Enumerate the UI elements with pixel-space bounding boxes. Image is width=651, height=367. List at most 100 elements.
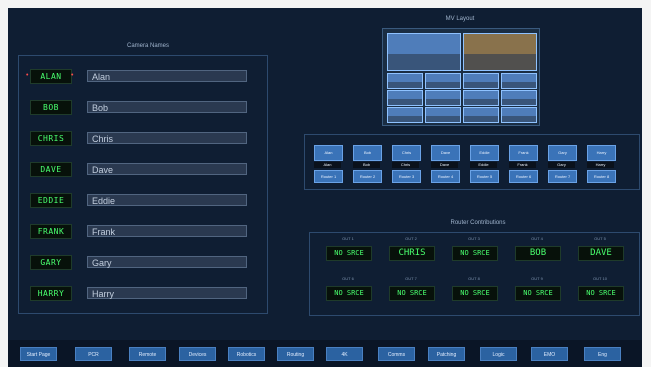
mv-tile[interactable] (387, 73, 423, 89)
camera-row: HARRY Harry (30, 286, 260, 301)
source-label: Chris (392, 162, 419, 168)
router-destination-label: OUT 7 (405, 276, 417, 281)
source-button[interactable]: Bob (353, 145, 382, 161)
nav-button-logic[interactable]: Logic (480, 347, 517, 361)
camera-name-input[interactable]: Harry (87, 287, 247, 299)
control-panel-screen: Camera Names ALAN • • Alan BOB Bob CHRIS… (8, 8, 642, 340)
router-source-display[interactable]: NO SRCE (452, 246, 498, 261)
nav-button-eng[interactable]: Eng (584, 347, 621, 361)
camera-name-input[interactable]: Frank (87, 225, 247, 237)
camera-led[interactable]: CHRIS (30, 131, 72, 146)
source-button[interactable]: Gary (548, 145, 577, 161)
router-contributions-heading: Router Contributions (450, 220, 506, 226)
camera-row: ALAN • • Alan (26, 69, 260, 84)
router-destination-label: OUT 10 (593, 276, 607, 281)
multiviewer-preview[interactable] (382, 28, 540, 126)
router-destination-label: OUT 3 (468, 236, 480, 241)
router-frame (309, 232, 640, 316)
router-source-display[interactable]: BOB (515, 246, 561, 261)
nav-button-routing[interactable]: Routing (277, 347, 314, 361)
source-button[interactable]: Alan (314, 145, 343, 161)
router-source-display[interactable]: NO SRCE (389, 286, 435, 301)
source-label: Eddie (470, 162, 497, 168)
camera-name-input[interactable]: Eddie (87, 194, 247, 206)
camera-row: DAVE Dave (30, 162, 260, 177)
mv-destination-button[interactable]: Router 7 (548, 170, 577, 183)
nav-button-patching[interactable]: Patching (428, 347, 465, 361)
nav-button-comms[interactable]: Comms (378, 347, 415, 361)
source-label: Harry (587, 162, 614, 168)
nav-button-robotics[interactable]: Robotics (228, 347, 265, 361)
mv-destination-button[interactable]: Router 4 (431, 170, 460, 183)
router-source-display[interactable]: DAVE (578, 246, 624, 261)
source-button[interactable]: Harry (587, 145, 616, 161)
nav-button-remote[interactable]: Remote (129, 347, 166, 361)
mv-tile[interactable] (463, 90, 499, 106)
camera-led[interactable]: FRANK (30, 224, 72, 239)
mv-tile[interactable] (425, 90, 461, 106)
camera-led[interactable]: DAVE (30, 162, 72, 177)
mv-destination-button[interactable]: Router 2 (353, 170, 382, 183)
camera-names-frame (18, 55, 268, 314)
router-source-display[interactable]: NO SRCE (578, 286, 624, 301)
source-label: Frank (509, 162, 536, 168)
mv-tile[interactable] (501, 73, 537, 89)
camera-row: BOB Bob (30, 100, 260, 115)
mv-destination-button[interactable]: Router 8 (587, 170, 616, 183)
router-destination-label: OUT 4 (531, 236, 543, 241)
router-source-display[interactable]: NO SRCE (515, 286, 561, 301)
mv-tile[interactable] (387, 90, 423, 106)
camera-name-input[interactable]: Dave (87, 163, 247, 175)
mv-tile[interactable] (463, 107, 499, 123)
camera-name-input[interactable]: Gary (87, 256, 247, 268)
router-destination-label: OUT 1 (342, 236, 354, 241)
camera-led[interactable]: GARY (30, 255, 72, 270)
selection-marker-right: • (71, 72, 74, 79)
source-button[interactable]: Frank (509, 145, 538, 161)
mv-destination-button[interactable]: Router 5 (470, 170, 499, 183)
router-destination-label: OUT 6 (342, 276, 354, 281)
camera-row: CHRIS Chris (30, 131, 260, 146)
camera-names-heading: Camera Names (126, 43, 169, 49)
mv-destination-button[interactable]: Router 1 (314, 170, 343, 183)
mv-tile[interactable] (501, 90, 537, 106)
source-button[interactable]: Eddie (470, 145, 499, 161)
source-label: Gary (548, 162, 575, 168)
mv-tile-large[interactable] (387, 33, 461, 71)
camera-name-input[interactable]: Alan (87, 70, 247, 82)
camera-led[interactable]: ALAN (30, 69, 72, 84)
mv-destination-button[interactable]: Router 6 (509, 170, 538, 183)
mv-tile[interactable] (463, 73, 499, 89)
router-source-display[interactable]: NO SRCE (452, 286, 498, 301)
nav-button-start-page[interactable]: Start Page (20, 347, 57, 361)
mv-layout-heading: MV Layout (445, 16, 475, 22)
nav-button-4k[interactable]: 4K (326, 347, 363, 361)
router-destination-label: OUT 8 (468, 276, 480, 281)
router-source-display[interactable]: NO SRCE (326, 286, 372, 301)
camera-row: FRANK Frank (30, 224, 260, 239)
source-button[interactable]: Chris (392, 145, 421, 161)
nav-button-emo[interactable]: EMO (531, 347, 568, 361)
nav-button-pcr[interactable]: PCR (75, 347, 112, 361)
camera-led[interactable]: HARRY (30, 286, 72, 301)
camera-name-input[interactable]: Bob (87, 101, 247, 113)
mv-tile[interactable] (425, 73, 461, 89)
mv-tile[interactable] (387, 107, 423, 123)
mv-tile[interactable] (501, 107, 537, 123)
nav-button-devices[interactable]: Devices (179, 347, 216, 361)
camera-name-input[interactable]: Chris (87, 132, 247, 144)
camera-row: GARY Gary (30, 255, 260, 270)
router-destination-label: OUT 9 (531, 276, 543, 281)
source-button[interactable]: Dave (431, 145, 460, 161)
router-source-display[interactable]: NO SRCE (326, 246, 372, 261)
camera-row: EDDIE Eddie (30, 193, 260, 208)
mv-tile-large[interactable] (463, 33, 537, 71)
camera-led[interactable]: EDDIE (30, 193, 72, 208)
source-label: Bob (353, 162, 380, 168)
router-destination-label: OUT 2 (405, 236, 417, 241)
camera-led[interactable]: BOB (30, 100, 72, 115)
router-source-display[interactable]: CHRIS (389, 246, 435, 261)
mv-destination-button[interactable]: Router 3 (392, 170, 421, 183)
selection-marker-left: • (26, 72, 29, 79)
mv-tile[interactable] (425, 107, 461, 123)
